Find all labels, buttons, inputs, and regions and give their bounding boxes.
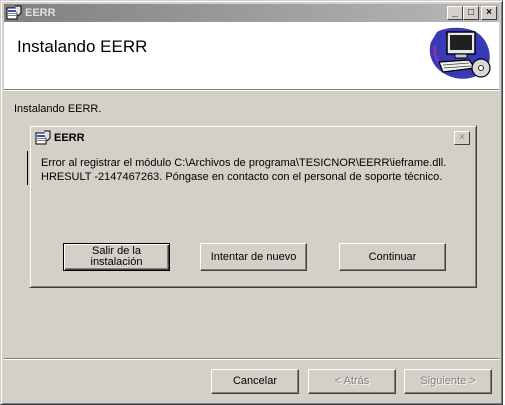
error-message-line-2: HRESULT -2147467263. Póngase en contacto… (41, 171, 443, 183)
error-message: Error al registrar el módulo C:\Archivos… (41, 156, 461, 184)
installer-app-icon (35, 130, 51, 145)
computer-with-cd-icon (429, 27, 491, 79)
error-message-line-1: Error al registrar el módulo C:\Archivos… (41, 157, 447, 169)
dialog-close-button[interactable]: × (454, 131, 470, 145)
wizard-header: Instalando EERR (4, 22, 499, 89)
window-title: EERR (25, 7, 56, 19)
exit-button-label-line-2: instalación (90, 256, 143, 268)
installer-window: EERR _ □ × Instalando EERR Instalando EE… (0, 0, 503, 405)
close-button[interactable]: × (481, 6, 497, 20)
dialog-title: EERR (54, 132, 85, 144)
minimize-button[interactable]: _ (447, 6, 463, 20)
page-title: Instalando EERR (17, 37, 148, 56)
exit-installation-button[interactable]: Salir de la instalación (63, 243, 170, 271)
retry-button[interactable]: Intentar de nuevo (200, 243, 307, 271)
status-text: Instalando EERR. (14, 103, 102, 115)
maximize-button[interactable]: □ (463, 6, 479, 20)
title-bar[interactable]: EERR _ □ × (4, 4, 499, 22)
header-divider (4, 89, 499, 91)
next-button[interactable]: Siguiente > (404, 369, 492, 394)
error-dialog: EERR × Error al registrar el módulo C:\A… (29, 125, 477, 288)
footer-divider (4, 358, 499, 360)
continue-button[interactable]: Continuar (339, 243, 446, 271)
back-button[interactable]: < Atrás (308, 369, 396, 394)
dialog-title-bar[interactable]: EERR × (33, 129, 473, 147)
installer-app-icon (6, 5, 22, 20)
cancel-button[interactable]: Cancelar (211, 369, 299, 394)
